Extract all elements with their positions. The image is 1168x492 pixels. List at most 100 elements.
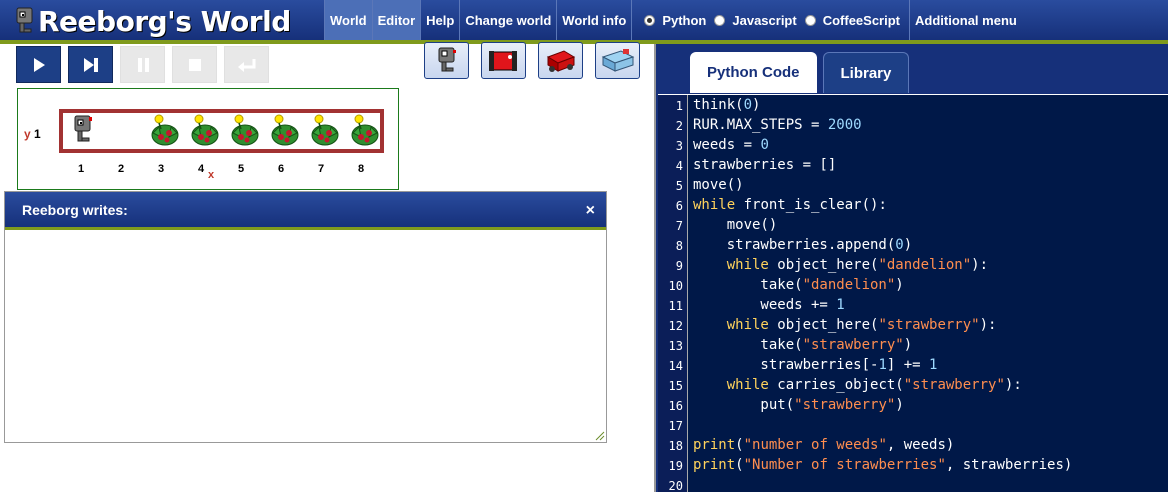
run-controls <box>16 46 269 83</box>
reeborg-logo-icon <box>14 6 36 36</box>
code-line[interactable]: print("Number of strawberries", strawber… <box>693 457 1072 473</box>
stop-icon <box>188 58 201 71</box>
dandelion-strawberry-icon <box>311 114 339 146</box>
menu-change-world[interactable]: Change world <box>459 0 556 40</box>
world-canvas[interactable]: y 1 1 2 3 4 5 6 7 8 x <box>17 88 399 190</box>
run-button[interactable] <box>16 46 61 83</box>
code-line[interactable]: think(0) <box>693 97 760 113</box>
line-number: 4 <box>675 159 683 173</box>
line-number: 19 <box>668 459 683 473</box>
robot-red-3d-button[interactable] <box>538 42 583 79</box>
world-cell-plant <box>225 113 265 149</box>
code-line[interactable]: while object_here("dandelion"): <box>693 257 988 273</box>
code-line[interactable]: RUR.MAX_STEPS = 2000 <box>693 117 862 133</box>
world-cell-plant <box>345 113 385 149</box>
menu-additional[interactable]: Additional menu <box>909 0 1022 40</box>
code-line[interactable]: move() <box>693 177 744 193</box>
dialog-titlebar[interactable]: Reeborg writes: × <box>5 192 606 230</box>
pause-icon <box>137 57 149 72</box>
line-number-gutter: 1 2 3 4 5 6 7 8 9 10 11 12 13 14 15 16 17 18 19 20 <box>658 95 688 492</box>
reeborg-robot-icon <box>74 115 92 142</box>
code-line[interactable]: weeds = 0 <box>693 137 769 153</box>
code-line[interactable]: print("number of weeds", weeds) <box>693 437 954 453</box>
code-line[interactable]: strawberries = [] <box>693 157 836 173</box>
line-number: 10 <box>668 279 683 293</box>
code-line[interactable]: take("strawberry") <box>693 337 912 353</box>
reload-icon <box>237 58 255 72</box>
tab-library[interactable]: Library <box>822 52 910 93</box>
world-cell-robot <box>65 113 105 149</box>
editor-tabs: Python Code Library <box>690 52 910 93</box>
code-line[interactable]: weeds += 1 <box>693 297 844 313</box>
top-header: Reeborg's World World Editor Help Change… <box>0 0 1168 44</box>
code-line[interactable]: move() <box>693 217 778 233</box>
radio-coffeescript[interactable] <box>804 14 816 26</box>
menu-world-info[interactable]: World info <box>556 0 631 40</box>
resize-handle-icon[interactable] <box>595 431 605 441</box>
code-line[interactable]: take("dandelion") <box>693 277 903 293</box>
line-number: 6 <box>675 199 683 213</box>
code-line[interactable]: strawberries.append(0) <box>693 237 912 253</box>
radio-javascript[interactable] <box>714 14 726 26</box>
line-number: 15 <box>668 379 683 393</box>
x-axis-value: 6 <box>277 163 285 175</box>
x-axis-value: 4 <box>197 163 205 175</box>
robot-vertical-icon <box>438 47 456 71</box>
x-axis-value: 8 <box>357 163 365 175</box>
main-menu: World Editor Help Change world World inf… <box>324 0 1022 40</box>
robot-red-button[interactable] <box>481 42 526 79</box>
y-axis-label: y 1 <box>24 127 41 141</box>
line-number: 3 <box>675 139 683 153</box>
language-coffeescript[interactable]: CoffeeScript <box>801 0 904 40</box>
radio-python[interactable] <box>644 14 656 26</box>
robot-vertical-button[interactable] <box>424 42 469 79</box>
step-button[interactable] <box>68 46 113 83</box>
app-title: Reeborg's World <box>38 4 291 38</box>
world-row <box>59 109 384 153</box>
code-line[interactable]: while object_here("strawberry"): <box>693 317 997 333</box>
language-coffeescript-label: CoffeeScript <box>822 12 900 28</box>
language-python[interactable]: Python <box>640 0 710 40</box>
code-line[interactable]: put("strawberry") <box>693 397 903 413</box>
world-cell-plant <box>185 113 225 149</box>
pause-button[interactable] <box>120 46 165 83</box>
run-icon <box>33 57 45 72</box>
menu-editor[interactable]: Editor <box>371 0 421 40</box>
x-axis-value: 1 <box>77 163 85 175</box>
line-number: 12 <box>668 319 683 333</box>
menu-help[interactable]: Help <box>420 0 459 40</box>
app-logo: Reeborg's World <box>14 4 291 38</box>
code-line[interactable]: while front_is_clear(): <box>693 197 887 213</box>
reeborg-writes-dialog: Reeborg writes: × <box>4 191 607 443</box>
dandelion-strawberry-icon <box>351 114 379 146</box>
x-axis-name: x <box>208 169 215 181</box>
language-javascript[interactable]: Javascript <box>710 0 800 40</box>
reload-button[interactable] <box>224 46 269 83</box>
x-axis-value: 5 <box>237 163 245 175</box>
world-cell-plant <box>305 113 345 149</box>
line-number: 18 <box>668 439 683 453</box>
robot-blue-3d-icon <box>601 48 634 72</box>
step-icon <box>83 57 98 72</box>
robot-blue-3d-button[interactable] <box>595 42 640 79</box>
line-number: 20 <box>668 479 683 492</box>
tab-python-code[interactable]: Python Code <box>690 52 817 93</box>
close-icon[interactable]: × <box>586 202 595 220</box>
dandelion-strawberry-icon <box>191 114 219 146</box>
dialog-title: Reeborg writes: <box>22 201 128 218</box>
code-editor[interactable]: 1 2 3 4 5 6 7 8 9 10 11 12 13 14 15 16 17 18 19 20 think(0)… <box>658 94 1168 492</box>
editor-panel: Python Code Library 1 2 3 4 5 6 7 8 9 10 11 12 13 14 1… <box>654 44 1168 492</box>
line-number: 16 <box>668 399 683 413</box>
code-line[interactable]: while carries_object("strawberry"): <box>693 377 1022 393</box>
language-selector: Python Javascript CoffeeScript <box>631 0 909 40</box>
dialog-output <box>5 230 606 246</box>
menu-world[interactable]: World <box>324 0 372 40</box>
line-number: 9 <box>675 259 683 273</box>
language-python-label: Python <box>662 12 707 28</box>
code-line[interactable]: strawberries[-1] += 1 <box>693 357 937 373</box>
x-axis-value: 2 <box>117 163 125 175</box>
line-number: 8 <box>675 239 683 253</box>
line-number: 14 <box>668 359 683 373</box>
line-number: 13 <box>668 339 683 353</box>
stop-button[interactable] <box>172 46 217 83</box>
